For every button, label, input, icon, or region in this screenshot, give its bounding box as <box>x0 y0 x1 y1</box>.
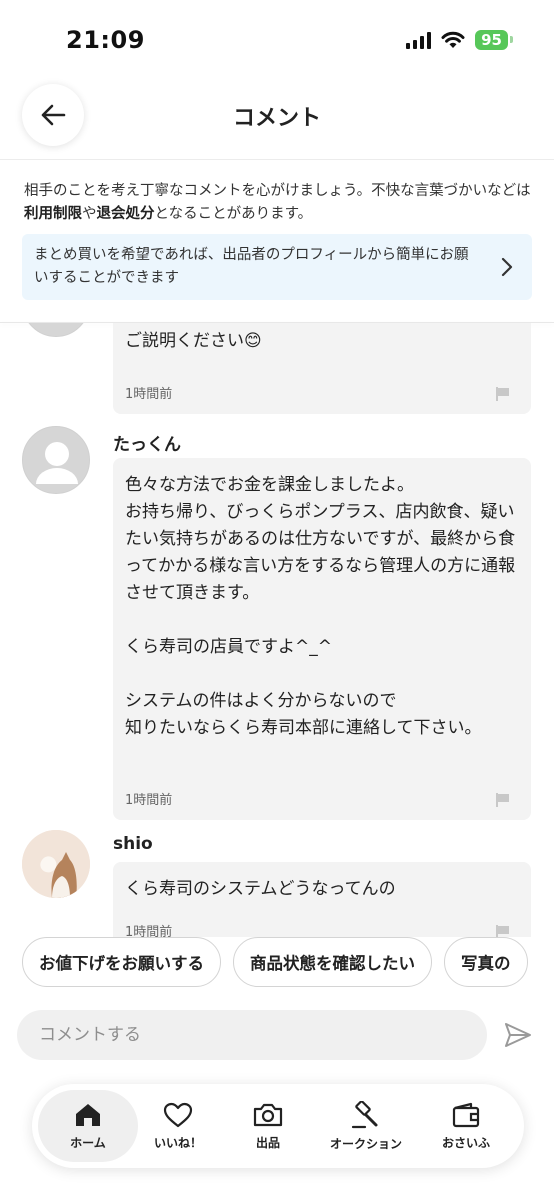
nav-label: いいね！ <box>153 1135 202 1150</box>
avatar[interactable] <box>22 830 90 898</box>
nav-label: ホーム <box>70 1135 106 1150</box>
chevron-right-icon <box>501 257 513 277</box>
heart-icon <box>163 1102 193 1127</box>
battery-indicator: 95 <box>475 30 513 50</box>
comment-guideline-notice: 相手のことを考え丁寧なコメントを心がけましょう。不快な言葉づかいなどは利用制限や… <box>24 180 534 226</box>
send-icon <box>505 1023 531 1047</box>
default-user-icon <box>36 442 78 484</box>
wallet-icon <box>452 1102 480 1127</box>
notice-usage-restriction: 利用制限 <box>24 206 82 222</box>
nav-likes[interactable]: いいね！ <box>128 1090 228 1162</box>
notice-text-mid: や <box>82 206 97 222</box>
comment-time: 1時間前 <box>125 925 173 937</box>
send-button[interactable] <box>502 1018 534 1052</box>
comment-text: くら寿司のシステムどうなってんの <box>125 879 396 899</box>
camera-icon <box>253 1103 283 1126</box>
notice-account-termination: 退会処分 <box>96 206 155 222</box>
nav-sell[interactable]: 出品 <box>218 1090 318 1162</box>
status-time: 21:09 <box>66 26 145 54</box>
comment-input[interactable] <box>17 1010 487 1060</box>
flag-icon[interactable] <box>495 924 511 937</box>
bottom-navigation: ホーム いいね！ 出品 オークション おさいふ <box>32 1084 524 1168</box>
comment-bubble: 色々な方法でお金を課金しましたよ。 お持ち帰り、びっくらポンプラス、店内飲食、疑… <box>113 458 531 820</box>
home-icon <box>76 1103 100 1126</box>
chip-request-discount[interactable]: お値下げをお願いする <box>22 937 221 987</box>
info-banner-text: まとめ買いを希望であれば、出品者のプロフィールから簡単にお願いすることができます <box>34 247 469 286</box>
comment-time: 1時間前 <box>125 387 173 402</box>
page-title: コメント <box>232 106 321 131</box>
cat-avatar-image <box>22 830 90 898</box>
nav-label: おさいふ <box>441 1135 490 1150</box>
nav-auction[interactable]: オークション <box>316 1090 416 1162</box>
cellular-signal-icon <box>406 31 432 49</box>
comment-username[interactable]: shio <box>113 834 153 854</box>
chip-photo[interactable]: 写真の <box>444 937 528 987</box>
gavel-icon <box>351 1100 378 1128</box>
quick-reply-chips: お値下げをお願いする 商品状態を確認したい 写真の <box>22 937 554 987</box>
chip-check-condition[interactable]: 商品状態を確認したい <box>233 937 432 987</box>
flag-icon[interactable] <box>495 792 511 808</box>
nav-home[interactable]: ホーム <box>38 1090 138 1162</box>
notice-text: 相手のことを考え丁寧なコメントを心がけましょう。不快な言葉づかいなどは <box>24 183 531 199</box>
flag-icon[interactable] <box>495 386 511 402</box>
comment-time: 1時間前 <box>125 793 173 808</box>
nav-wallet[interactable]: おさいふ <box>416 1090 516 1162</box>
bundle-purchase-info-banner[interactable]: まとめ買いを希望であれば、出品者のプロフィールから簡単にお願いすることができます <box>22 234 532 300</box>
comment-text: 色々な方法でお金を課金しましたよ。 お持ち帰り、びっくらポンプラス、店内飲食、疑… <box>125 475 516 738</box>
comment-bubble: くら寿司のシステムどうなってんの 1時間前 <box>113 862 531 937</box>
nav-label: 出品 <box>255 1135 280 1150</box>
comment-list[interactable]: くら寿司公式の声明、見ましたか? ご説明ください😊 1時間前 たっくん 色々な方… <box>0 323 554 937</box>
comment-text: くら寿司公式の声明、見ましたか? ご説明ください😊 <box>125 323 389 351</box>
avatar[interactable] <box>22 426 90 494</box>
status-bar: 21:09 95 <box>0 0 554 80</box>
status-icons: 95 <box>406 30 513 50</box>
notice-text-end: となることがあります。 <box>154 206 313 222</box>
comment-bubble: くら寿司公式の声明、見ましたか? ご説明ください😊 1時間前 <box>113 323 531 414</box>
wifi-icon <box>441 31 465 48</box>
comment-username[interactable]: たっくん <box>113 430 181 455</box>
avatar[interactable] <box>22 323 90 337</box>
header: コメント <box>0 80 554 160</box>
nav-label: オークション <box>329 1136 402 1151</box>
